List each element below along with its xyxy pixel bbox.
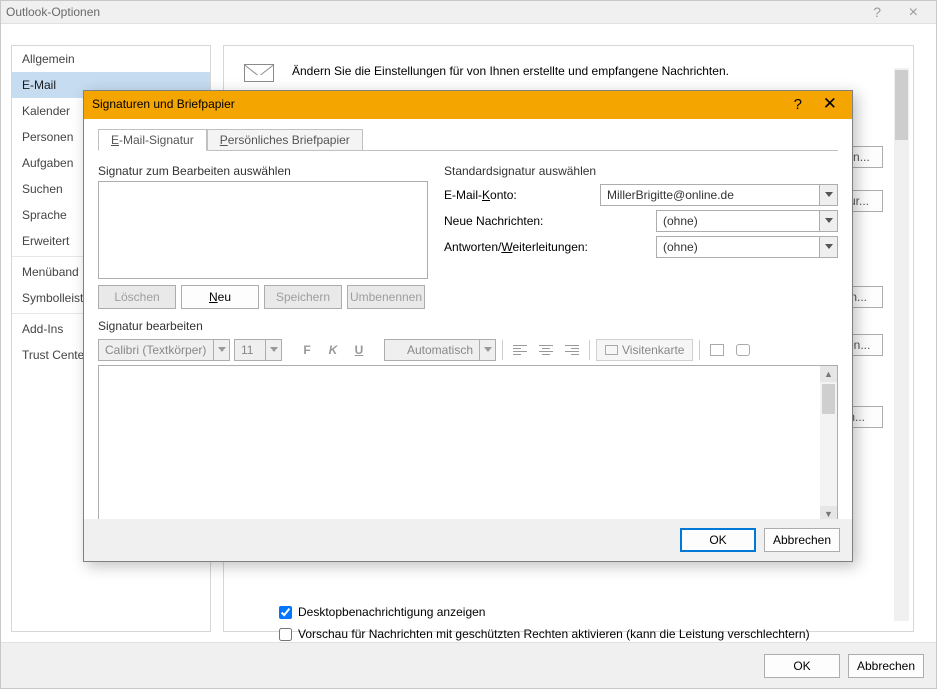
scrollbar-thumb[interactable] — [895, 70, 908, 140]
toolbar-separator — [502, 340, 503, 360]
underline-button[interactable]: U — [348, 339, 370, 361]
dialog-titlebar: Signaturen und Briefpapier ? ✕ — [84, 91, 852, 119]
link-icon — [736, 344, 750, 356]
checkbox-preview-protected[interactable] — [279, 628, 292, 641]
chevron-down-icon — [213, 340, 229, 360]
combo-new-messages[interactable]: (ohne) — [656, 210, 838, 232]
dialog-cancel-button[interactable]: Abbrechen — [764, 528, 840, 552]
scrollbar-thumb[interactable] — [822, 384, 835, 414]
tab-email-signature[interactable]: E-Mail-Signatur — [98, 129, 207, 151]
scroll-up-icon[interactable]: ▲ — [820, 366, 837, 382]
envelope-icon — [242, 58, 276, 84]
window-title: Outlook-Optionen — [6, 5, 100, 19]
align-left-button[interactable] — [509, 339, 531, 361]
save-button[interactable]: Speichern — [264, 285, 342, 309]
toolbar-separator — [589, 340, 590, 360]
editor-toolbar: Calibri (Textkörper) 11 F K U Automatisc… — [98, 337, 838, 363]
combo-email-account[interactable]: MillerBrigitte@online.de — [600, 184, 838, 206]
dialog-tabs: E-Mail-Signatur Persönliches Briefpapier — [98, 129, 363, 151]
checkbox-preview-label: Vorschau für Nachrichten mit geschützten… — [298, 627, 810, 641]
combo-replies[interactable]: (ohne) — [656, 236, 838, 258]
combo-font-color[interactable]: Automatisch — [384, 339, 496, 361]
dialog-footer: OK Abbrechen — [84, 519, 852, 561]
editor-scrollbar[interactable]: ▲ ▼ — [820, 366, 837, 522]
dialog-body: E-Mail-Signatur Persönliches Briefpapier… — [84, 119, 852, 519]
checkbox-desktop-notify[interactable] — [279, 606, 292, 619]
insert-link-button[interactable] — [732, 339, 754, 361]
bold-button[interactable]: F — [296, 339, 318, 361]
chevron-down-icon — [479, 340, 495, 360]
label-replies: Antworten/Weiterleitungen: — [444, 240, 594, 254]
dialog-close-icon[interactable]: ✕ — [823, 94, 837, 114]
label-edit-signature: Signatur bearbeiten — [98, 319, 203, 333]
chevron-down-icon — [265, 340, 281, 360]
chevron-down-icon — [819, 237, 837, 257]
rename-button[interactable]: Umbenennen — [347, 285, 425, 309]
main-scrollbar[interactable] — [894, 68, 909, 621]
label-select-signature: Signatur zum Bearbeiten auswählen — [98, 164, 291, 178]
italic-button[interactable]: K — [322, 339, 344, 361]
arrival-options: Desktopbenachrichtigung anzeigen Vorscha… — [279, 601, 863, 645]
dialog-help-icon[interactable]: ? — [794, 96, 802, 113]
help-icon[interactable]: ? — [873, 4, 881, 20]
chevron-down-icon — [819, 211, 837, 231]
signature-editor[interactable]: ▲ ▼ — [98, 365, 838, 523]
tab-divider — [98, 150, 838, 151]
new-button[interactable]: Neu — [181, 285, 259, 309]
options-titlebar: Outlook-Optionen ? × — [1, 1, 936, 24]
options-cancel-button[interactable]: Abbrechen — [848, 654, 924, 678]
section-intro: Ändern Sie die Einstellungen für von Ihn… — [242, 58, 729, 84]
sidebar-item-allgemein[interactable]: Allgemein — [12, 46, 210, 72]
default-signature-panel: Standardsignatur auswählen E-Mail-Konto:… — [444, 164, 838, 260]
align-right-button[interactable] — [561, 339, 583, 361]
intro-text: Ändern Sie die Einstellungen für von Ihn… — [292, 64, 729, 78]
checkbox-desktop-label: Desktopbenachrichtigung anzeigen — [298, 605, 485, 619]
label-default-signature: Standardsignatur auswählen — [444, 164, 838, 178]
dialog-ok-button[interactable]: OK — [680, 528, 756, 552]
tab-personal-stationery[interactable]: Persönliches Briefpapier — [207, 129, 363, 151]
label-email-account: E-Mail-Konto: — [444, 188, 594, 202]
delete-button[interactable]: Löschen — [98, 285, 176, 309]
combo-font[interactable]: Calibri (Textkörper) — [98, 339, 230, 361]
dialog-title: Signaturen und Briefpapier — [92, 97, 235, 111]
options-ok-button[interactable]: OK — [764, 654, 840, 678]
card-icon — [605, 345, 618, 355]
combo-font-size[interactable]: 11 — [234, 339, 282, 361]
toolbar-separator — [699, 340, 700, 360]
close-icon[interactable]: × — [909, 4, 918, 22]
align-center-button[interactable] — [535, 339, 557, 361]
signatures-dialog: Signaturen und Briefpapier ? ✕ E-Mail-Si… — [83, 90, 853, 562]
signature-button-row: Löschen Neu Speichern Umbenennen — [98, 285, 425, 309]
options-footer: OK Abbrechen — [1, 642, 936, 688]
label-new-messages: Neue Nachrichten: — [444, 214, 594, 228]
business-card-button[interactable]: Visitenkarte — [596, 339, 693, 361]
signature-listbox[interactable] — [98, 181, 428, 279]
chevron-down-icon — [819, 185, 837, 205]
insert-image-button[interactable] — [706, 339, 728, 361]
image-icon — [710, 344, 724, 356]
